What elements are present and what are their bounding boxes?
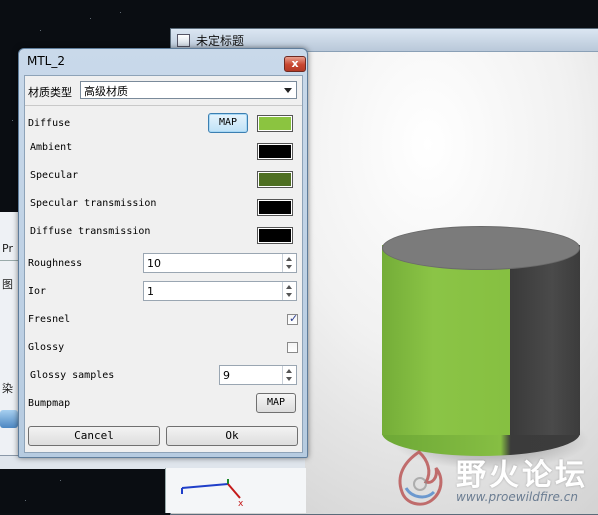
specular-transmission-color-swatch[interactable]: [257, 199, 293, 216]
chevron-down-icon[interactable]: [286, 377, 292, 381]
ior-label: Ior: [28, 286, 47, 297]
diffuse-transmission-label: Diffuse transmission: [30, 226, 151, 237]
watermark: 野火论坛 www.proewildfire.cn: [386, 446, 598, 513]
watermark-text: 野火论坛: [456, 458, 588, 493]
star: [90, 18, 91, 19]
axis-gizmo: x: [181, 479, 244, 508]
chevron-up-icon[interactable]: [286, 285, 292, 289]
render-window-title: 未定标题: [196, 33, 245, 48]
material-type-label: 材质类型: [28, 86, 72, 99]
specular-color-swatch[interactable]: [257, 171, 293, 188]
bumpmap-label: Bumpmap: [28, 398, 71, 409]
divider: [25, 105, 302, 106]
svg-text:x: x: [238, 499, 244, 508]
glossy-samples-stepper[interactable]: [282, 366, 296, 384]
roughness-value: 10: [147, 257, 161, 270]
glossy-checkbox[interactable]: ✓: [287, 342, 298, 353]
dialog-body: 材质类型 高级材质 Diffuse MAP Ambient Specular S…: [24, 75, 303, 453]
window-icon: [177, 33, 190, 47]
checkmark-icon: ✓: [289, 312, 299, 325]
glossy-label: Glossy: [28, 342, 65, 353]
dialog-title: MTL_2: [27, 54, 66, 68]
star: [25, 500, 26, 501]
diffuse-map-button[interactable]: MAP: [208, 113, 248, 133]
chevron-up-icon[interactable]: [286, 257, 292, 261]
flame-logo-icon: [398, 450, 443, 506]
chevron-down-icon[interactable]: [286, 293, 292, 297]
cylinder-body: [382, 245, 580, 435]
specular-label: Specular: [30, 170, 79, 181]
diffuse-transmission-color-swatch[interactable]: [257, 227, 293, 244]
left-label-ran: 染: [2, 382, 13, 395]
app-icon[interactable]: [0, 410, 18, 428]
chevron-down-icon: [284, 88, 292, 93]
diffuse-color-swatch[interactable]: [257, 115, 293, 132]
cylinder-dark-face: [510, 245, 580, 435]
ior-spinbox[interactable]: 1: [143, 281, 297, 301]
cancel-button[interactable]: Cancel: [28, 426, 160, 446]
star: [60, 480, 61, 481]
ok-button[interactable]: Ok: [166, 426, 298, 446]
fresnel-label: Fresnel: [28, 314, 71, 325]
roughness-spinbox[interactable]: 10: [143, 253, 297, 273]
close-button[interactable]: x: [284, 56, 306, 72]
star: [120, 12, 121, 13]
divider: [0, 260, 20, 261]
ambient-label: Ambient: [30, 142, 73, 153]
diffuse-label: Diffuse: [28, 118, 71, 129]
material-type-value: 高级材质: [84, 85, 128, 98]
bumpmap-map-button[interactable]: MAP: [256, 393, 296, 413]
ior-value: 1: [147, 285, 154, 298]
left-label-pr: Pr: [2, 242, 13, 255]
glossy-samples-value: 9: [223, 369, 230, 382]
ior-stepper[interactable]: [282, 282, 296, 300]
glossy-samples-spinbox[interactable]: 9: [219, 365, 297, 385]
star: [40, 30, 41, 31]
glossy-samples-label: Glossy samples: [30, 370, 115, 381]
ambient-color-swatch[interactable]: [257, 143, 293, 160]
left-label-tu: 图: [2, 278, 13, 291]
chevron-down-icon[interactable]: [286, 265, 292, 269]
material-dialog[interactable]: MTL_2 x 材质类型 高级材质 Diffuse MAP Ambient Sp…: [18, 48, 308, 458]
roughness-label: Roughness: [28, 258, 83, 269]
roughness-stepper[interactable]: [282, 254, 296, 272]
cylinder-top: [382, 226, 580, 270]
chevron-up-icon[interactable]: [286, 369, 292, 373]
star: [12, 120, 13, 121]
cylinder-green-face: [382, 245, 510, 435]
watermark-url: www.proewildfire.cn: [456, 490, 578, 504]
specular-transmission-label: Specular transmission: [30, 198, 157, 209]
fresnel-checkbox[interactable]: ✓: [287, 312, 299, 325]
material-type-select[interactable]: 高级材质: [80, 81, 297, 99]
